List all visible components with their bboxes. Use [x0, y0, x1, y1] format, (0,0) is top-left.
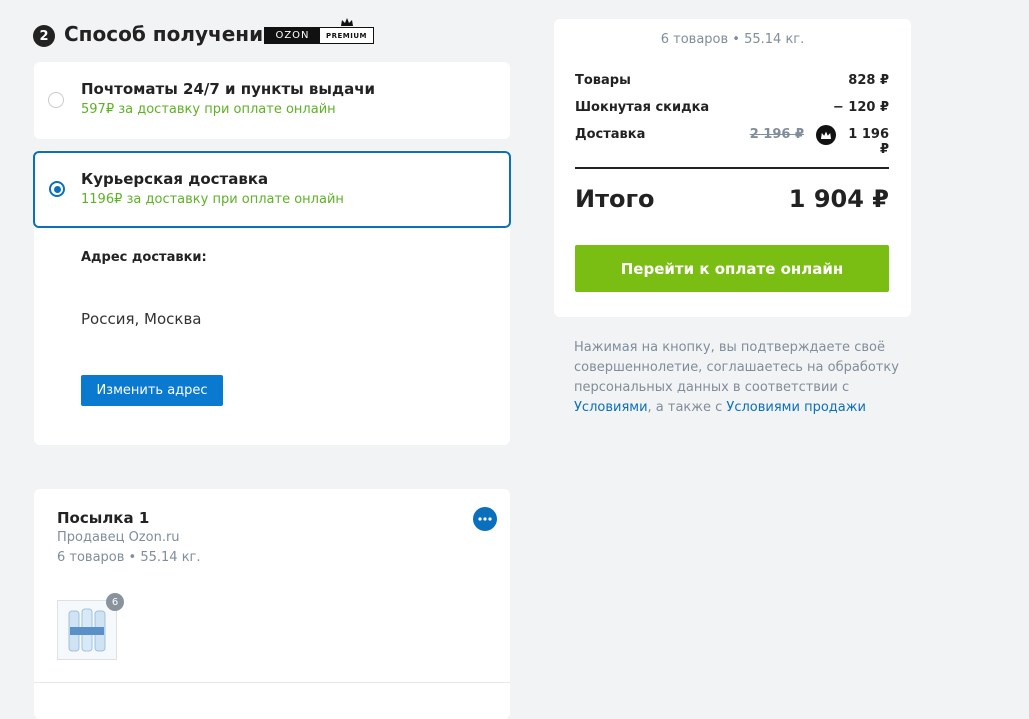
- more-options-button[interactable]: [473, 507, 497, 531]
- option-title: Почтоматы 24/7 и пункты выдачи: [81, 80, 376, 98]
- address-value: Россия, Москва: [81, 310, 202, 328]
- total-value: 1 904 ₽: [788, 185, 889, 213]
- ozon-logo: OZON: [265, 28, 320, 43]
- option-price: 597₽ за доставку при оплате онлайн: [81, 102, 336, 117]
- radio-courier[interactable]: [49, 181, 65, 197]
- sale-terms-link[interactable]: Условиями продажи: [726, 400, 865, 415]
- section-title: Способ получения: [64, 22, 276, 46]
- radio-pickup[interactable]: [48, 92, 64, 108]
- change-address-button[interactable]: Изменить адрес: [81, 375, 223, 406]
- product-thumbnail[interactable]: [57, 600, 117, 660]
- option-price: 1196₽ за доставку при оплате онлайн: [81, 192, 344, 207]
- total-label: Итого: [575, 185, 655, 213]
- crown-icon: [341, 18, 353, 26]
- parcel-summary: 6 товаров • 55.14 кг.: [57, 550, 201, 565]
- goods-value: 828 ₽: [848, 73, 889, 88]
- summary-divider: [575, 167, 889, 169]
- delivery-old-price: 2 196 ₽: [749, 127, 804, 142]
- delivery-value: 1 196 ₽: [848, 127, 889, 157]
- delivery-option-pickup[interactable]: Почтоматы 24/7 и пункты выдачи 597₽ за д…: [34, 62, 510, 139]
- goods-label: Товары: [575, 73, 631, 88]
- premium-crown-icon: [816, 125, 836, 145]
- terms-link[interactable]: Условиями: [574, 400, 648, 415]
- legal-text-1: Нажимая на кнопку, вы подтверждаете своё…: [574, 340, 899, 395]
- pay-online-button[interactable]: Перейти к оплате онлайн: [575, 245, 889, 292]
- summary-caption: 6 товаров • 55.14 кг.: [660, 32, 805, 47]
- legal-notice: Нажимая на кнопку, вы подтверждаете своё…: [574, 338, 904, 418]
- divider: [34, 682, 510, 683]
- parcel-seller: Продавец Ozon.ru: [57, 530, 180, 545]
- step-number: 2: [33, 25, 55, 47]
- more-dots-icon: [478, 517, 492, 521]
- option-title: Курьерская доставка: [81, 170, 269, 188]
- delivery-option-courier[interactable]: Курьерская доставка 1196₽ за доставку пр…: [33, 151, 511, 228]
- item-count-badge: 6: [106, 593, 124, 611]
- legal-text-2: , а также с: [647, 400, 727, 415]
- discount-label: Шокнутая скидка: [575, 100, 710, 115]
- premium-label: PREMIUM: [325, 31, 368, 40]
- delivery-label: Доставка: [575, 127, 646, 142]
- water-bottles-icon: [68, 608, 106, 652]
- ozon-premium-badge: OZON PREMIUM: [264, 27, 374, 44]
- address-label: Адрес доставки:: [81, 250, 207, 265]
- discount-value: − 120 ₽: [832, 100, 889, 115]
- parcel-title: Посылка 1: [57, 509, 150, 527]
